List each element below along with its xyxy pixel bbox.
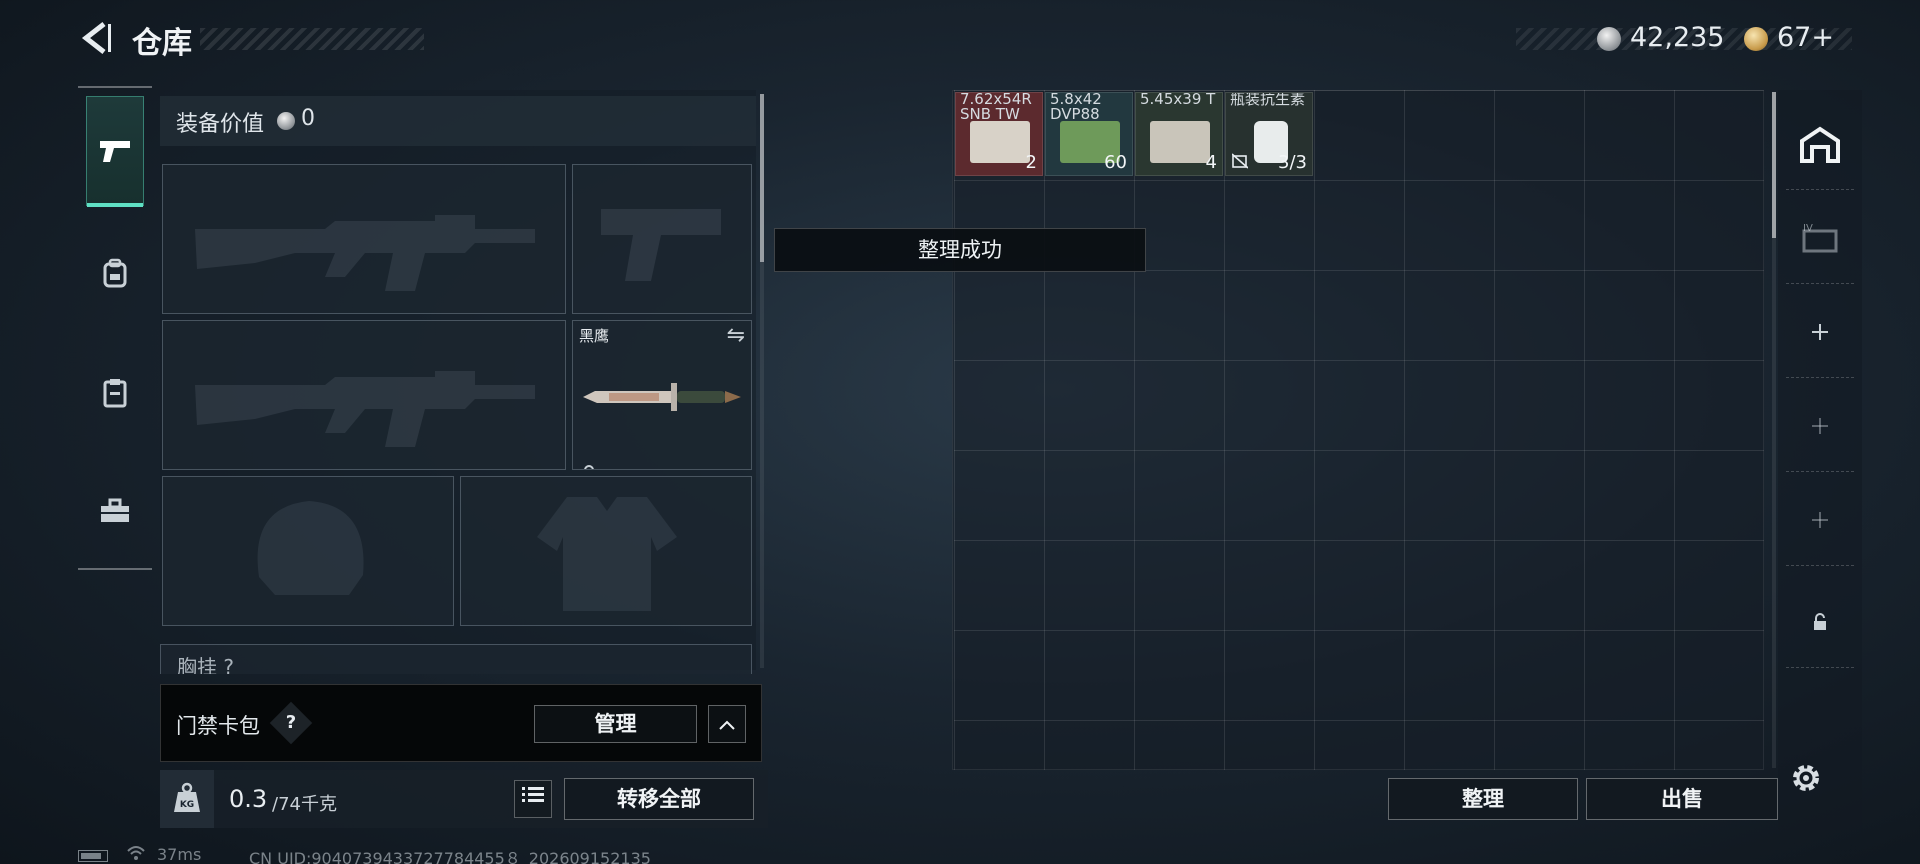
- armor-slot[interactable]: [460, 476, 752, 626]
- access-card-label: 门禁卡包: [176, 714, 260, 738]
- sidebar-add-slot-1[interactable]: [1786, 286, 1854, 378]
- knife-icon: [583, 383, 741, 411]
- lock-icon: [1814, 612, 1826, 630]
- tab-weapons[interactable]: [86, 96, 144, 207]
- title-decoration: [200, 28, 424, 50]
- storage-item-ammo-545[interactable]: 5.45x39 T 4: [1135, 92, 1223, 176]
- sidebar-locked-slot: [1786, 576, 1854, 668]
- plus-icon: [1812, 323, 1828, 340]
- toast-message: 整理成功: [774, 228, 1146, 272]
- wifi-icon: [126, 845, 146, 864]
- rifle-silhouette-icon: [195, 215, 535, 291]
- back-button[interactable]: [78, 20, 114, 56]
- melee-slot[interactable]: 黑鹰 ⇋: [572, 320, 752, 470]
- helmet-slot[interactable]: [162, 476, 454, 626]
- equipment-scrollbar[interactable]: [760, 94, 764, 262]
- toolbox-icon: [101, 498, 129, 522]
- clipboard-icon: [103, 379, 127, 408]
- silver-coin-icon: [277, 112, 295, 130]
- list-view-button[interactable]: [514, 780, 552, 818]
- collapse-button[interactable]: [708, 705, 746, 743]
- svg-text:KG: KG: [180, 800, 194, 810]
- item-name: 5.45x39 T: [1140, 92, 1216, 108]
- battery-icon: [78, 850, 108, 862]
- storage-item-ammo-58[interactable]: 5.8x42 DVP88 60: [1045, 92, 1133, 176]
- gold-currency[interactable]: 67+: [1777, 22, 1834, 53]
- list-icon: [522, 787, 544, 802]
- manage-button[interactable]: 管理: [534, 705, 697, 743]
- tab-toolbox[interactable]: [86, 456, 144, 566]
- help-icon[interactable]: ?: [276, 710, 306, 740]
- no-insurance-icon: [1231, 153, 1249, 173]
- ping-text: 37ms: [157, 845, 202, 864]
- melee-item-name: 黑鹰: [579, 327, 610, 345]
- backpack-icon: [103, 258, 127, 288]
- silver-coin-icon: [1597, 27, 1621, 51]
- storage-item-ammo-762[interactable]: 7.62x54R SNB TW 2: [955, 92, 1043, 176]
- settings-button[interactable]: [1788, 760, 1824, 805]
- ammo-box-icon: [1150, 121, 1210, 163]
- primary-weapon-slot-2[interactable]: [162, 320, 566, 470]
- storage-grid[interactable]: [954, 90, 1764, 770]
- sell-button[interactable]: 出售: [1586, 778, 1778, 820]
- item-count: 60: [1104, 152, 1127, 173]
- tab-chest-rig[interactable]: [86, 338, 144, 448]
- weight-current: 0.3: [229, 785, 268, 813]
- tab-backpack[interactable]: [86, 218, 144, 328]
- item-name: 5.8x42 DVP88: [1050, 92, 1102, 123]
- item-count: 3/3: [1278, 152, 1307, 173]
- chest-rig-label: 胸挂 ?: [177, 655, 234, 674]
- rifle-silhouette-icon: [195, 371, 535, 447]
- swap-icon[interactable]: ⇋: [727, 323, 745, 348]
- chevron-up-icon: [719, 720, 735, 730]
- equipment-value-label: 装备价值: [176, 112, 265, 137]
- sidearm-slot[interactable]: [572, 164, 752, 314]
- equipment-value: 0: [301, 106, 315, 131]
- sort-button[interactable]: 整理: [1388, 778, 1578, 820]
- svg-text:IV: IV: [1803, 223, 1813, 234]
- plus-icon: [1812, 417, 1828, 434]
- pistol-silhouette-icon: [601, 209, 721, 281]
- silver-currency: 42,235: [1630, 22, 1725, 53]
- plus-icon: [1812, 511, 1828, 528]
- transfer-all-button[interactable]: 转移全部: [564, 778, 754, 820]
- chest-rig-slot[interactable]: 胸挂 ?: [160, 644, 752, 674]
- pistol-icon: [100, 141, 130, 162]
- category-rail: [78, 86, 152, 570]
- sidebar-item-expansion[interactable]: IV: [1786, 192, 1854, 284]
- sidebar-add-slot-2[interactable]: [1786, 380, 1854, 472]
- warehouse-icon: [1800, 126, 1840, 163]
- storage-scrollbar[interactable]: [1772, 92, 1776, 238]
- item-count: 2: [1025, 152, 1037, 173]
- weight-max: /74千克: [272, 794, 337, 815]
- storage-item-antibiotics[interactable]: 瓶装抗生素 3/3: [1225, 92, 1313, 176]
- sidebar-add-slot-3[interactable]: [1786, 474, 1854, 566]
- sidebar-item-warehouse[interactable]: [1786, 98, 1854, 190]
- gold-coin-icon: [1744, 27, 1768, 51]
- gear-icon: [1793, 765, 1819, 791]
- primary-weapon-slot-1[interactable]: [162, 164, 566, 314]
- armor-silhouette-icon: [537, 497, 677, 611]
- helmet-silhouette-icon: [257, 501, 364, 595]
- uid-text: CN UID:9040739433727784455８_202609152135: [249, 849, 651, 864]
- item-name: 瓶装抗生素: [1230, 92, 1306, 108]
- item-name: 7.62x54R SNB TW: [960, 92, 1032, 123]
- page-title: 仓库: [132, 26, 192, 61]
- weight-kg-icon: KG: [174, 782, 200, 812]
- ammo-box-icon: [970, 121, 1030, 163]
- storage-upgrade-icon: IV: [1802, 223, 1838, 252]
- item-count: 4: [1205, 152, 1217, 173]
- back-arrow-icon: [81, 22, 111, 54]
